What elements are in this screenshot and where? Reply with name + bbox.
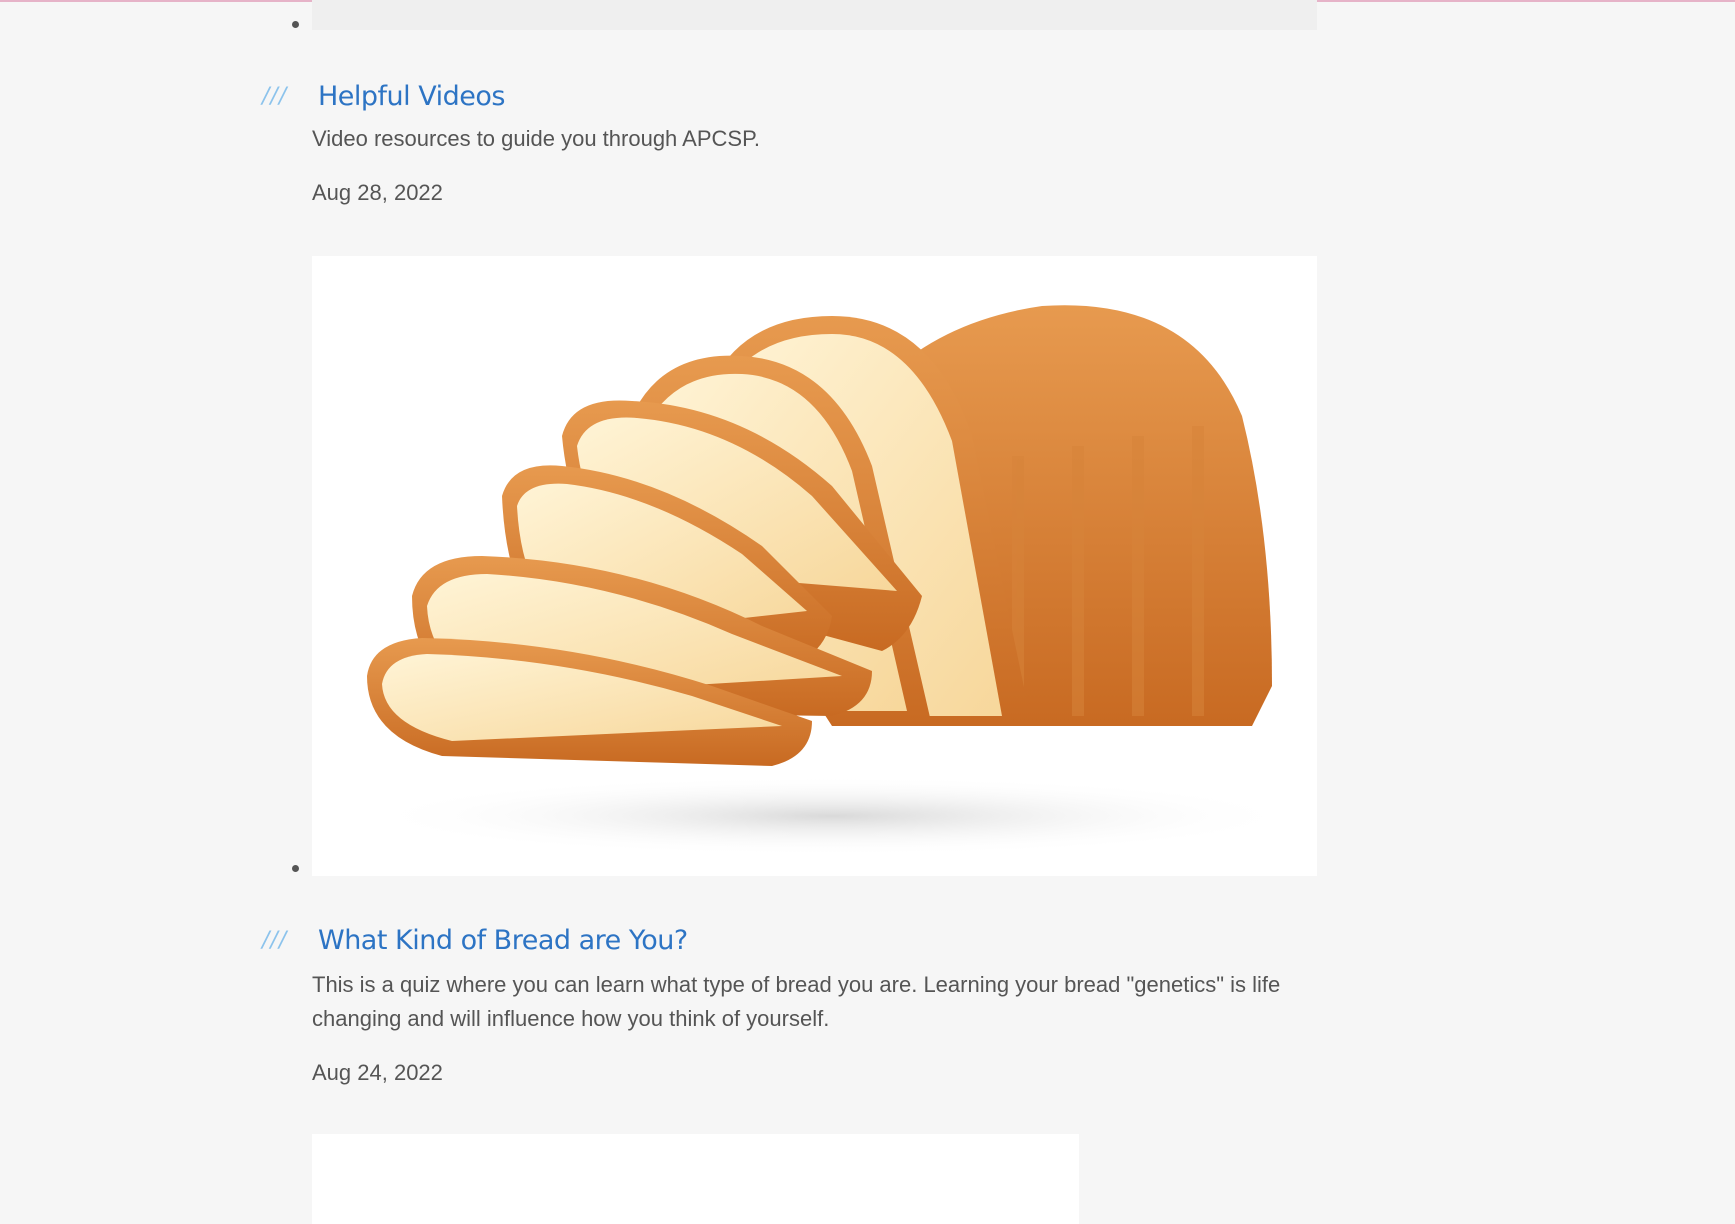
post-image-link[interactable] <box>312 256 1317 876</box>
post-header: /// What Kind of Bread are You? <box>262 918 1322 962</box>
title-marker-icon: /// <box>262 83 288 109</box>
post-item: /// What Kind of Bread are You? This is … <box>262 918 1322 1086</box>
post-item: /// Helpful Videos Video resources to gu… <box>262 74 1322 206</box>
bread-loaf-image <box>362 305 1302 856</box>
post-title-link[interactable]: What Kind of Bread are You? <box>318 925 688 956</box>
list-bullet <box>292 21 299 28</box>
post-excerpt: This is a quiz where you can learn what … <box>312 972 1281 1031</box>
post-image-link[interactable] <box>312 1134 1079 1224</box>
post-excerpt: Video resources to guide you through APC… <box>312 126 761 151</box>
list-bullet <box>292 865 299 872</box>
post-date: Aug 24, 2022 <box>312 1060 443 1085</box>
post-title-link[interactable]: Helpful Videos <box>318 81 505 112</box>
title-marker-icon: /// <box>262 927 288 953</box>
post-header: /// Helpful Videos <box>262 74 1322 118</box>
previous-post-image[interactable] <box>312 0 1317 30</box>
post-date: Aug 28, 2022 <box>312 180 443 205</box>
